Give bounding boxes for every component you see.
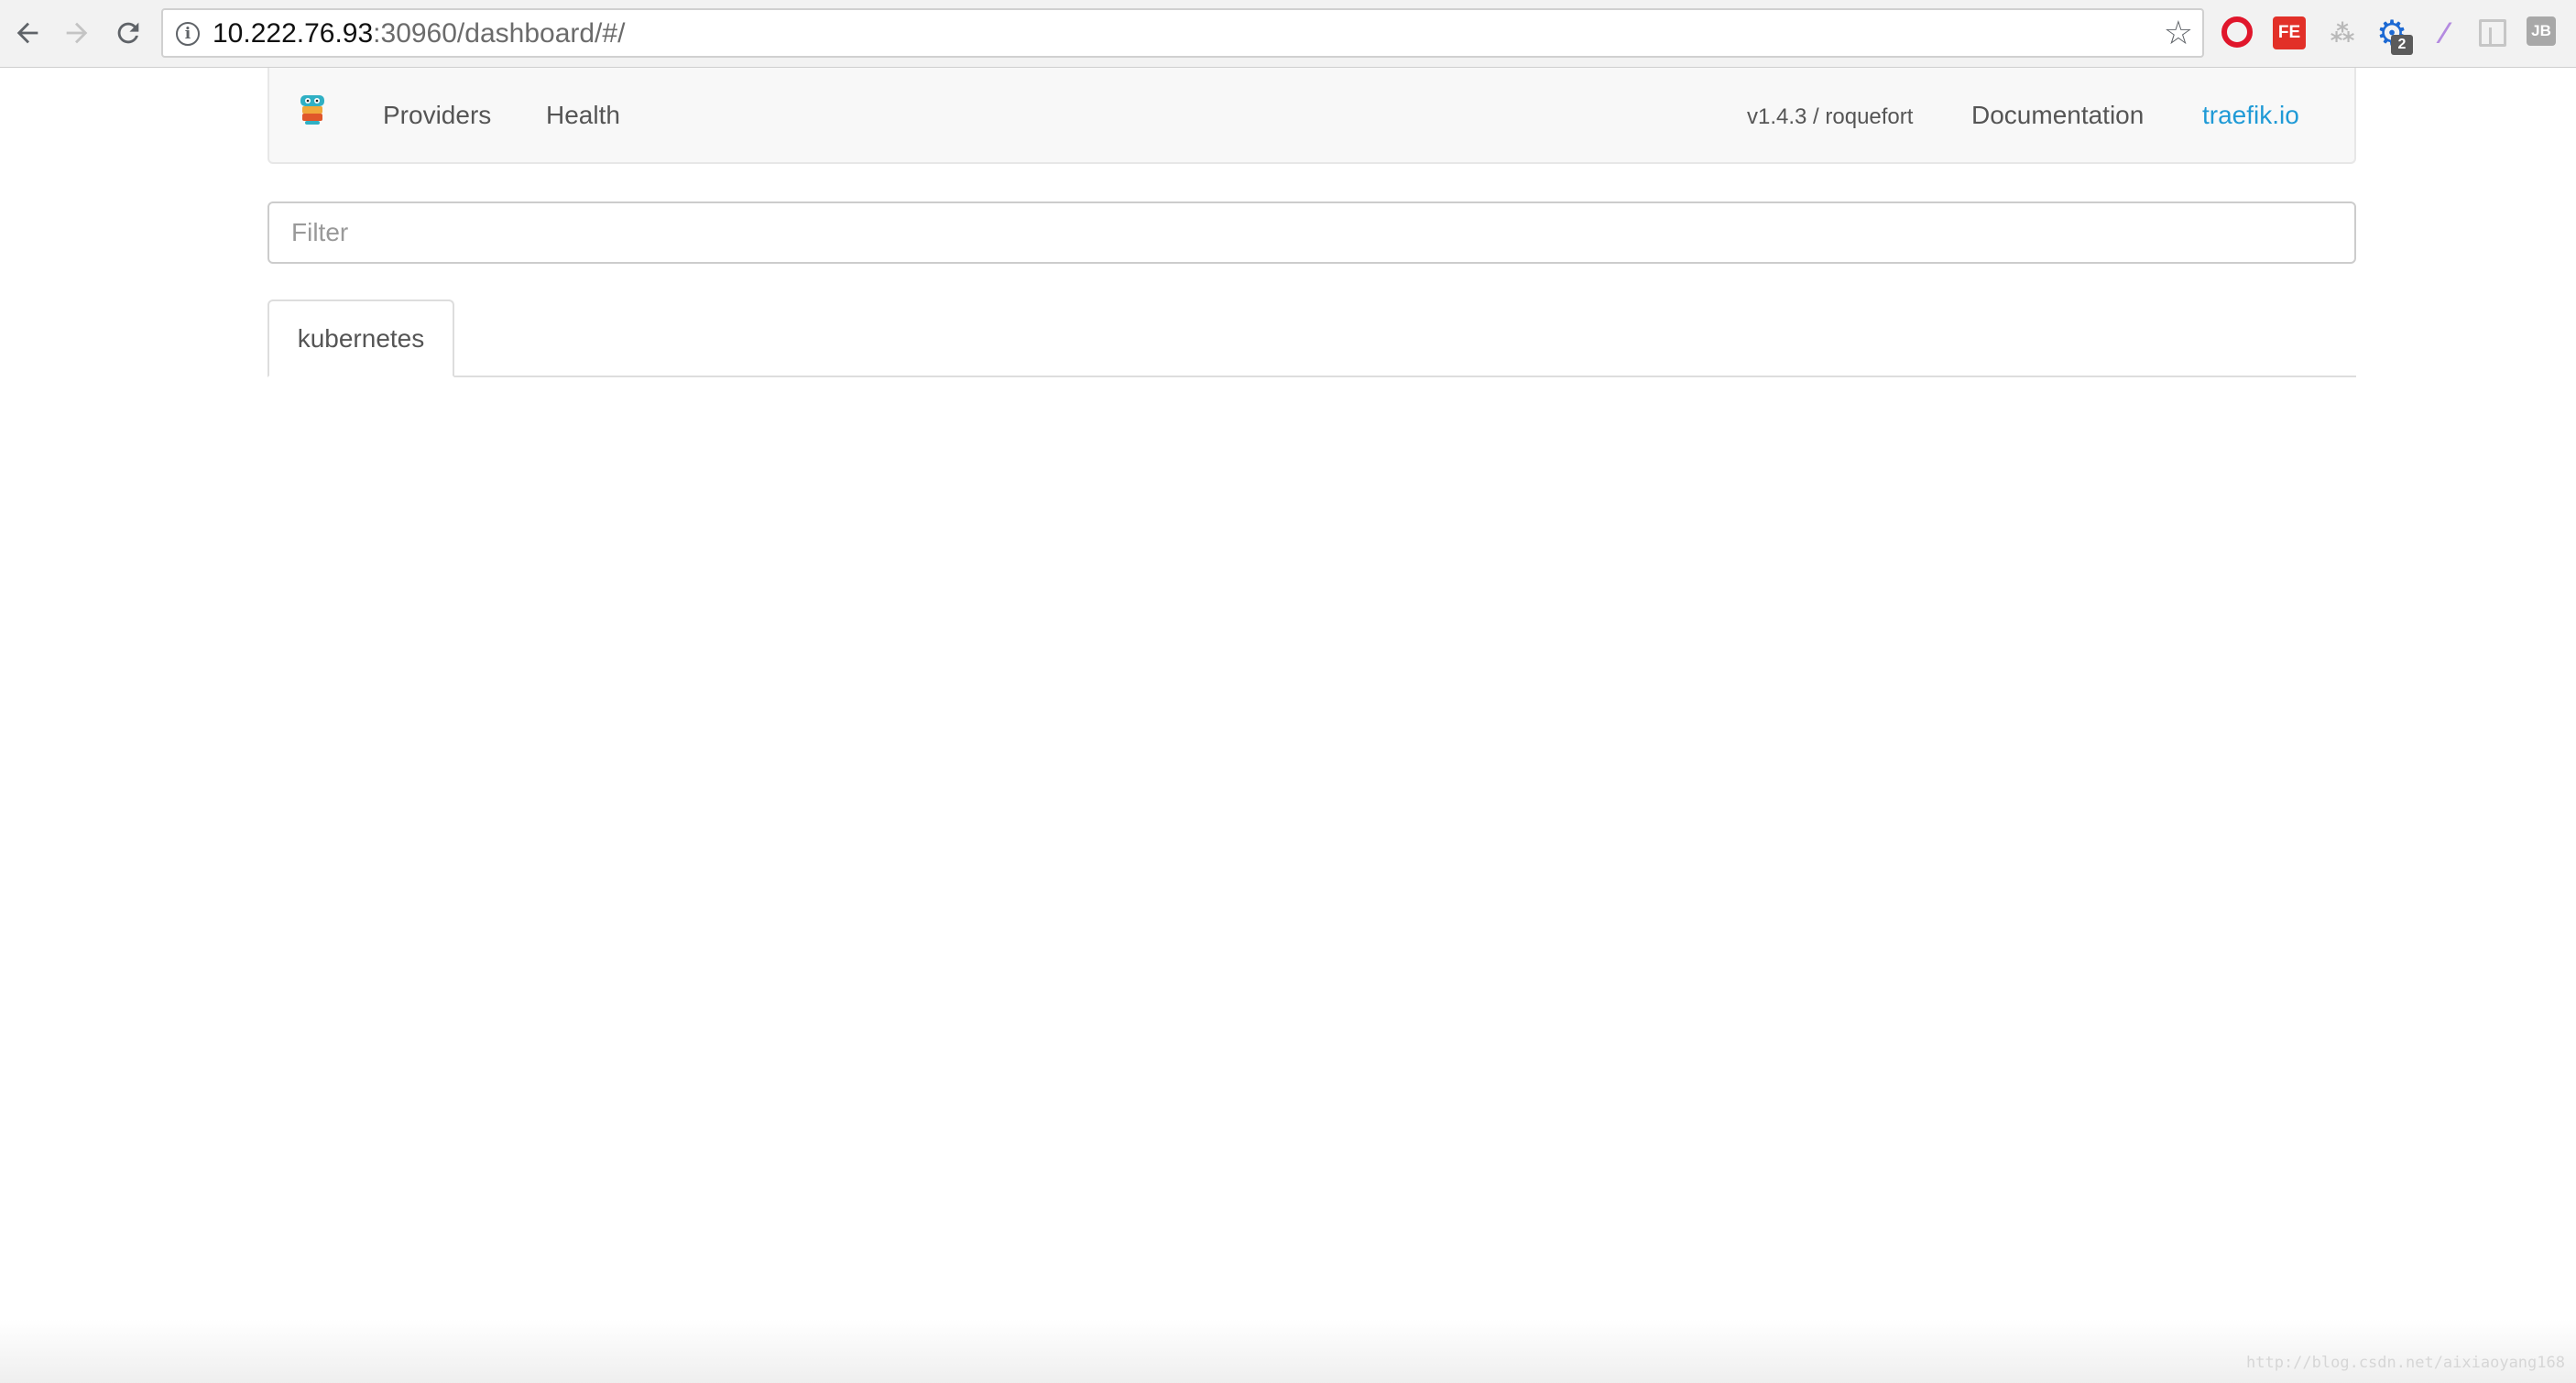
extension-badge: 2 <box>2391 35 2413 55</box>
opera-icon[interactable] <box>2221 16 2253 48</box>
star-icon[interactable]: ☆ <box>2164 14 2193 52</box>
back-arrow-icon[interactable] <box>9 15 46 51</box>
version-label: v1.4.3 / roquefort <box>1747 104 1914 129</box>
watermark-text: http://blog.csdn.net/aixiaoyang168 <box>2246 1354 2565 1372</box>
forward-arrow-icon[interactable] <box>59 15 95 51</box>
info-icon[interactable]: i <box>176 22 200 46</box>
nav-providers-link[interactable]: Providers <box>383 99 491 132</box>
nav-documentation-link[interactable]: Documentation <box>1971 99 2144 132</box>
tab-kubernetes[interactable]: kubernetes <box>267 299 454 377</box>
layout-extension-icon[interactable] <box>2479 19 2506 47</box>
browser-toolbar: i 10.222.76.93:30960/dashboard/#/ ☆ FE ⁂… <box>0 0 2576 68</box>
nav-health-link[interactable]: Health <box>546 99 620 132</box>
address-bar[interactable]: i 10.222.76.93:30960/dashboard/#/ ☆ <box>161 8 2204 58</box>
reload-icon[interactable] <box>110 15 147 51</box>
bottom-shadow <box>0 1319 2576 1383</box>
fe-extension-icon[interactable]: FE <box>2273 16 2306 49</box>
filter-input[interactable] <box>267 201 2356 264</box>
provider-tabs: kubernetes <box>267 299 2356 377</box>
tree-extension-icon[interactable]: ⁂ <box>2326 16 2359 49</box>
nav-traefik-link[interactable]: traefik.io <box>2202 99 2299 132</box>
traefik-logo[interactable] <box>297 93 328 126</box>
pen-extension-icon[interactable]: ⁄ <box>2428 16 2461 49</box>
jb-extension-icon[interactable]: JB <box>2527 16 2556 46</box>
url-host: 10.222.76.93 <box>213 18 374 49</box>
address-url[interactable]: 10.222.76.93:30960/dashboard/#/ <box>213 18 625 49</box>
top-navbar: Providers Health v1.4.3 / roquefort Docu… <box>267 68 2356 164</box>
url-path: :30960/dashboard/#/ <box>373 18 626 49</box>
